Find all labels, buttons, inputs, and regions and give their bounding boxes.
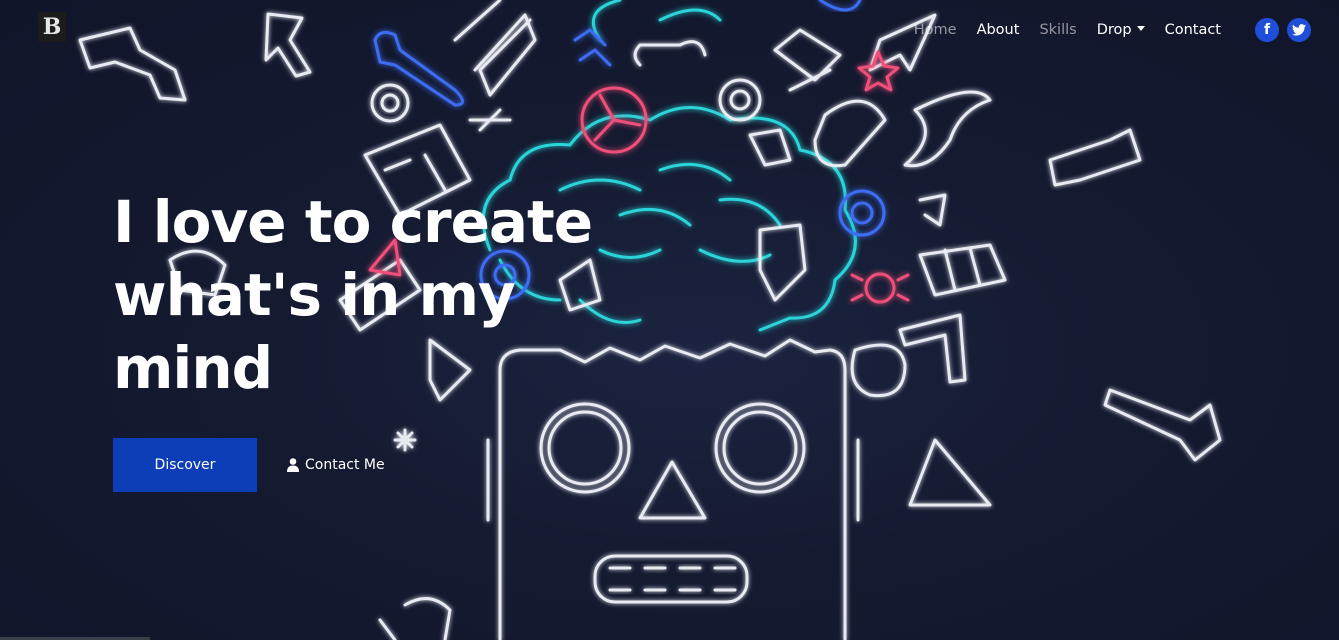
caret-down-icon (1136, 25, 1145, 31)
nav-link-skills[interactable]: Skills (1039, 22, 1076, 38)
hero-actions: Discover Contact Me (113, 438, 385, 492)
main-navigation: Home About Skills Drop Contact f (904, 18, 1311, 42)
nav-link-home[interactable]: Home (914, 22, 957, 38)
facebook-button[interactable]: f (1255, 18, 1279, 42)
social-links: f (1247, 18, 1311, 42)
nav-dropdown-label: Drop (1096, 22, 1132, 38)
nav-dropdown-drop[interactable]: Drop (1097, 22, 1145, 38)
facebook-icon: f (1263, 22, 1271, 38)
user-icon (287, 458, 299, 472)
nav-link-about[interactable]: About (977, 22, 1020, 38)
contact-me-label: Contact Me (305, 457, 385, 473)
discover-button[interactable]: Discover (113, 438, 257, 492)
headline-line-1: I love to create (113, 188, 593, 256)
twitter-icon (1292, 24, 1306, 36)
headline-line-3: mind (113, 334, 273, 402)
twitter-button[interactable] (1287, 18, 1311, 42)
brand-logo[interactable]: B (38, 12, 66, 42)
contact-me-button[interactable]: Contact Me (287, 457, 385, 473)
hero-headline: I love to create what's in my mind (113, 186, 633, 405)
nav-link-contact[interactable]: Contact (1165, 22, 1221, 38)
hero-section: B Home About Skills Drop Contact f I lov… (0, 0, 1339, 640)
headline-line-2: what's in my (113, 261, 516, 329)
